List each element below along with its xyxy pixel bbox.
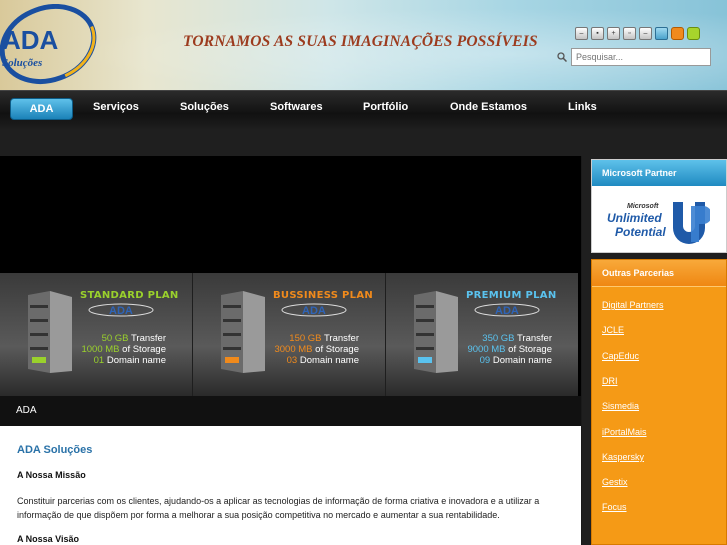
green-theme-icon[interactable] <box>687 27 700 40</box>
storage-label: of Storage <box>315 344 359 355</box>
mission-text: Constituir parcerias com os clientes, aj… <box>17 496 540 520</box>
partner-link-gestix[interactable]: Gestix <box>602 477 628 487</box>
domain-label: Domain name <box>106 355 166 366</box>
domain-label: Domain name <box>299 355 359 366</box>
mission-title: A Nossa Missão <box>17 470 86 480</box>
image-icon[interactable]: ▪ <box>591 27 604 40</box>
hosting-banner: STANDARD PLAN ADA 50 GB Transfer 1000 MB… <box>0 156 581 396</box>
plans-row: STANDARD PLAN ADA 50 GB Transfer 1000 MB… <box>0 273 581 396</box>
svg-text:ADA: ADA <box>109 305 133 317</box>
partner-link-capeduc[interactable]: CapEduc <box>602 351 639 361</box>
other-partners-box: Outras Parcerias Digital Partners JCLE C… <box>591 259 727 545</box>
search-icon <box>557 52 567 62</box>
nav-item-softwares[interactable]: Softwares <box>270 101 323 113</box>
domain-value: 01 <box>93 355 105 366</box>
nav-item-onde-estamos[interactable]: Onde Estamos <box>450 101 527 113</box>
plan-card-business[interactable]: BUSSINESS PLAN ADA 150 GB Transfer 3000 … <box>192 273 385 396</box>
company-logo[interactable]: ADA Soluções <box>0 4 100 86</box>
minus-icon[interactable]: – <box>639 27 652 40</box>
microsoft-partner-title: Microsoft Partner <box>602 168 677 178</box>
ada-plan-logo: ADA <box>281 303 347 317</box>
domain-value: 09 <box>479 355 491 366</box>
partner-link-digital-partners[interactable]: Digital Partners <box>602 300 664 310</box>
reset-icon[interactable]: ▫ <box>623 27 636 40</box>
toolbar-icons: – ▪ + ▫ – <box>575 27 700 40</box>
page-title: ADA Soluções <box>17 444 93 456</box>
svg-text:Microsoft: Microsoft <box>627 203 659 210</box>
partner-link-iportalmais[interactable]: iPortalMais <box>602 427 647 437</box>
other-partners-header: Outras Parcerias <box>592 260 726 287</box>
logo-text: ADA <box>2 25 59 55</box>
plan-specs: 350 GB Transfer 9000 MB of Storage 09 Do… <box>467 333 552 366</box>
svg-text:Potential: Potential <box>615 225 666 239</box>
plus-icon[interactable]: + <box>607 27 620 40</box>
logo-subtext: Soluções <box>2 57 42 69</box>
vision-title: A Nossa Visão <box>17 534 80 544</box>
plan-specs: 150 GB Transfer 3000 MB of Storage 03 Do… <box>274 333 359 366</box>
orange-theme-icon[interactable] <box>671 27 684 40</box>
partner-link-dri[interactable]: DRI <box>602 376 618 386</box>
minus-icon[interactable]: – <box>575 27 588 40</box>
nav-item-servicos[interactable]: Serviços <box>93 101 139 113</box>
ada-plan-logo: ADA <box>474 303 540 317</box>
domain-label: Domain name <box>492 355 552 366</box>
sidebar: Microsoft Partner Microsoft Unlimited Po… <box>582 156 727 545</box>
partner-link-jcle[interactable]: JCLE <box>602 325 624 335</box>
plan-specs: 50 GB Transfer 1000 MB of Storage 01 Dom… <box>81 333 166 366</box>
nav-item-solucoes[interactable]: Soluções <box>180 101 229 113</box>
transfer-label: Transfer <box>323 333 359 344</box>
storage-value: 9000 MB <box>467 344 506 355</box>
transfer-label: Transfer <box>130 333 166 344</box>
breadcrumb-item[interactable]: ADA <box>16 405 37 416</box>
svg-text:ADA: ADA <box>302 305 326 317</box>
server-icon <box>414 291 458 373</box>
plan-name: PREMIUM PLAN <box>466 290 557 301</box>
main-nav: ADA Serviços Soluções Softwares Portfóli… <box>0 90 727 129</box>
partner-link-kaspersky[interactable]: Kaspersky <box>602 452 644 462</box>
microsoft-unlimited-potential-logo[interactable]: Microsoft Unlimited Potential <box>607 198 710 244</box>
partner-link-sismedia[interactable]: Sismedia <box>602 401 639 411</box>
server-icon <box>28 291 72 373</box>
nav-item-links[interactable]: Links <box>568 101 597 113</box>
plan-card-premium[interactable]: PREMIUM PLAN ADA 350 GB Transfer 9000 MB… <box>385 273 578 396</box>
plan-name: BUSSINESS PLAN <box>273 290 374 301</box>
header: ADA Soluções TORNAMOS AS SUAS IMAGINAÇÕE… <box>0 0 727 90</box>
transfer-value: 350 GB <box>482 333 515 344</box>
svg-text:Unlimited: Unlimited <box>607 211 662 225</box>
layout-icon[interactable] <box>655 27 668 40</box>
search-input[interactable] <box>571 48 711 66</box>
storage-value: 3000 MB <box>274 344 313 355</box>
other-partners-title: Outras Parcerias <box>602 268 675 278</box>
transfer-value: 150 GB <box>289 333 322 344</box>
storage-value: 1000 MB <box>81 344 120 355</box>
transfer-value: 50 GB <box>101 333 129 344</box>
transfer-label: Transfer <box>516 333 552 344</box>
ada-plan-logo: ADA <box>88 303 154 317</box>
plan-card-standard[interactable]: STANDARD PLAN ADA 50 GB Transfer 1000 MB… <box>0 273 192 396</box>
microsoft-partner-box: Microsoft Partner Microsoft Unlimited Po… <box>591 159 727 253</box>
storage-label: of Storage <box>122 344 166 355</box>
microsoft-partner-header: Microsoft Partner <box>592 160 726 186</box>
server-icon <box>221 291 265 373</box>
nav-item-portfolio[interactable]: Portfólio <box>363 101 408 113</box>
spacer <box>0 129 727 156</box>
domain-value: 03 <box>286 355 298 366</box>
main-content: ADA Soluções A Nossa Missão Constituir p… <box>0 426 581 545</box>
partner-link-focus[interactable]: Focus <box>602 502 627 512</box>
breadcrumb: ADA <box>0 396 581 426</box>
plan-name: STANDARD PLAN <box>80 290 179 301</box>
slogan: TORNAMOS AS SUAS IMAGINAÇÕES POSSÍVEIS <box>183 33 538 50</box>
storage-label: of Storage <box>508 344 552 355</box>
nav-item-ada[interactable]: ADA <box>10 98 73 120</box>
svg-text:ADA: ADA <box>495 305 519 317</box>
